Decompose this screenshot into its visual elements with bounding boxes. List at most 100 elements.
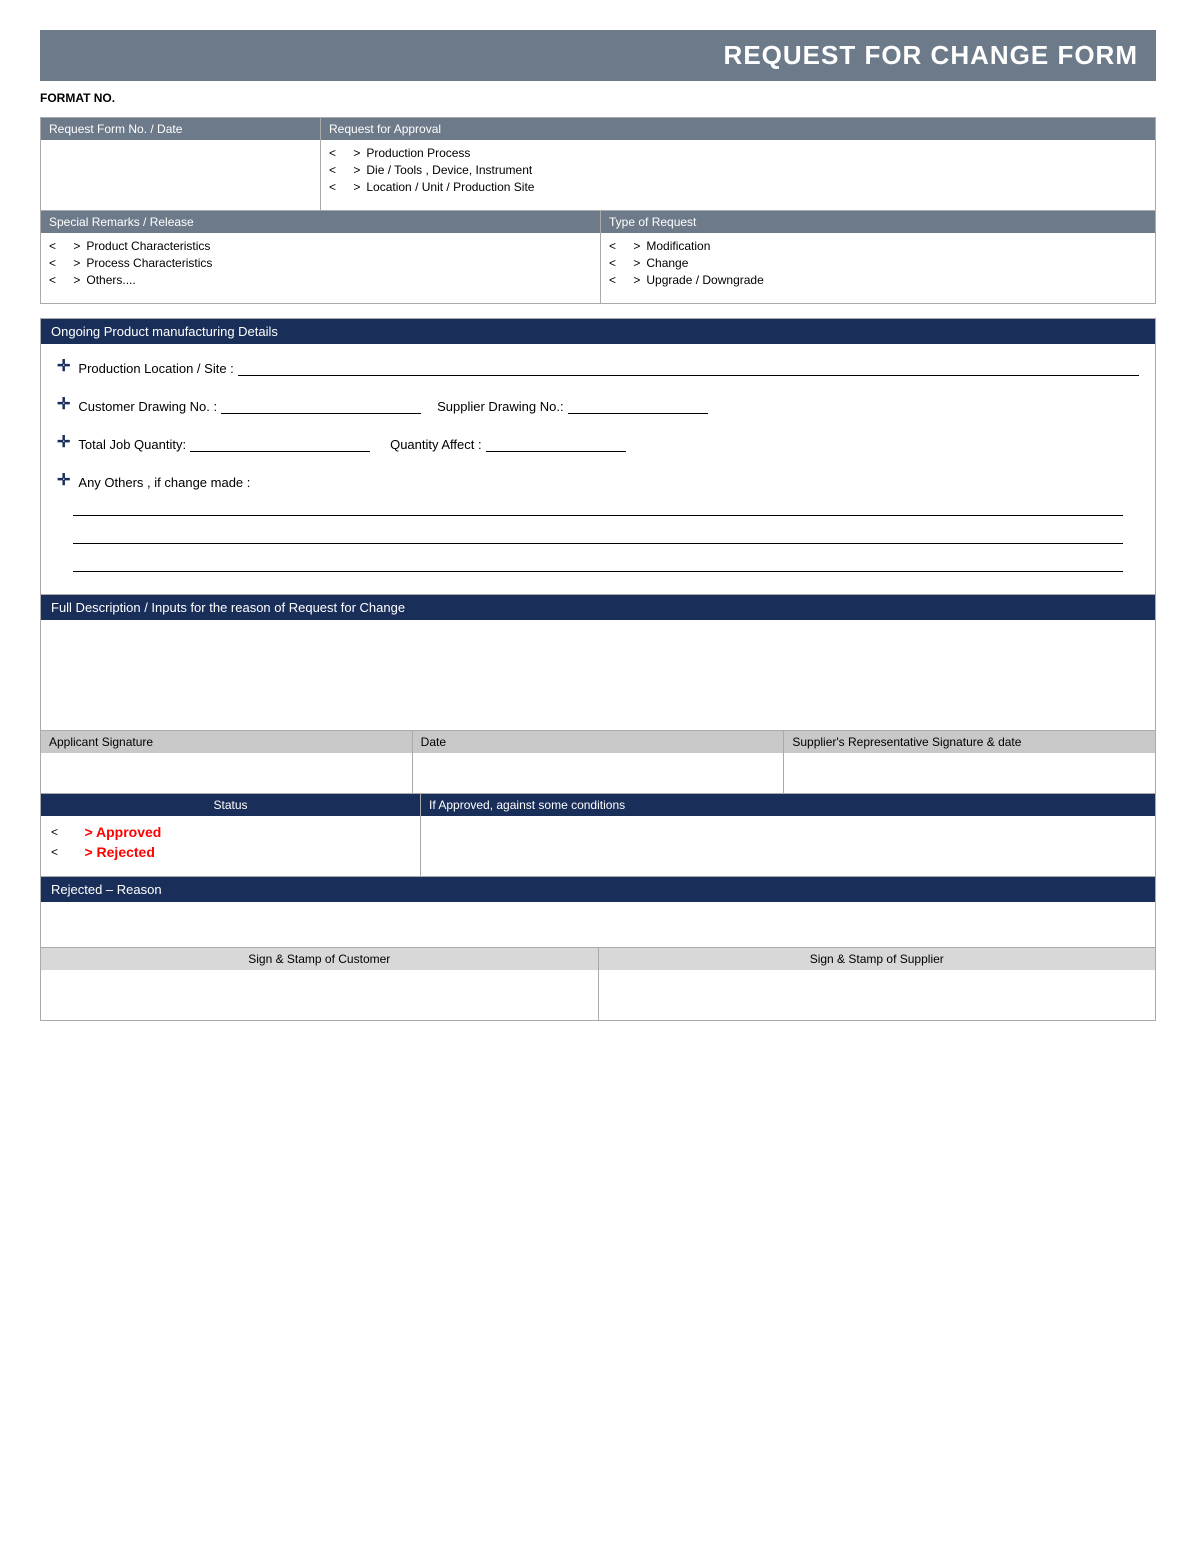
customer-stamp-cell: Sign & Stamp of Customer (41, 948, 599, 1020)
arrow-1: > (340, 146, 360, 160)
ongoing-body: ✛ Production Location / Site : ✛ Custome… (41, 344, 1155, 594)
type-bracket-1: < (609, 239, 616, 253)
status-options: < > Approved < > Rejected (41, 816, 420, 876)
bracket-2: < (329, 163, 336, 177)
production-location-row: ✛ Production Location / Site : (57, 356, 1139, 376)
type-arrow-1: > (620, 239, 640, 253)
special-label-2: Process Characteristics (86, 256, 212, 270)
any-others-label: Any Others , if change made : (78, 475, 250, 490)
status-left: Status < > Approved < > Rejected (41, 794, 421, 876)
applicant-sig-header: Applicant Signature (41, 731, 412, 753)
drawing-row: ✛ Customer Drawing No. : Supplier Drawin… (57, 394, 1139, 414)
approval-label-1: Production Process (366, 146, 470, 160)
if-approved-header: If Approved, against some conditions (421, 794, 1155, 816)
quantity-affect-line (486, 451, 626, 452)
special-arrow-3: > (60, 273, 80, 287)
second-section: Special Remarks / Release < > Product Ch… (40, 211, 1156, 304)
approval-label-3: Location / Unit / Production Site (366, 180, 534, 194)
special-arrow-1: > (60, 239, 80, 253)
rejected-reason-header: Rejected – Reason (41, 877, 1155, 902)
production-location-line (238, 375, 1139, 376)
approval-item-3: < > Location / Unit / Production Site (329, 180, 1147, 194)
special-bracket-1: < (49, 239, 56, 253)
rejected-reason-body (41, 902, 1155, 947)
any-others-row: ✛ Any Others , if change made : (57, 470, 1139, 490)
type-label-3: Upgrade / Downgrade (646, 273, 763, 287)
field-icon-3: ✛ (57, 432, 70, 452)
request-form-header: Request Form No. / Date (41, 118, 320, 140)
status-section: Status < > Approved < > Rejected If Appr… (40, 794, 1156, 877)
supplier-stamp-body (599, 970, 1156, 1020)
second-left: Special Remarks / Release < > Product Ch… (41, 211, 601, 303)
top-right: Request for Approval < > Production Proc… (321, 118, 1155, 210)
rejected-section: Rejected – Reason (40, 877, 1156, 948)
approval-body: < > Production Process < > Die / Tools ,… (321, 140, 1155, 210)
total-job-label: Total Job Quantity: (78, 437, 186, 452)
arrow-2: > (340, 163, 360, 177)
field-icon-1: ✛ (57, 356, 70, 376)
format-no: FORMAT NO. (40, 91, 1156, 105)
text-lines-area (57, 498, 1139, 572)
status-rejected-row: < > Rejected (51, 844, 410, 860)
field-icon-4: ✛ (57, 470, 70, 490)
rejected-bracket: < (51, 845, 58, 859)
special-arrow-2: > (60, 256, 80, 270)
type-of-request-body: < > Modification < > Change < > Upgrade … (601, 233, 1155, 303)
type-of-request-header: Type of Request (601, 211, 1155, 233)
supplier-sig-cell: Supplier's Representative Signature & da… (784, 731, 1155, 793)
date-sig-header: Date (413, 731, 784, 753)
status-header: Status (41, 794, 420, 816)
special-bracket-2: < (49, 256, 56, 270)
special-item-3: < > Others.... (49, 273, 592, 287)
text-line-1 (73, 498, 1123, 516)
stamp-section: Sign & Stamp of Customer Sign & Stamp of… (40, 948, 1156, 1021)
approval-item-2: < > Die / Tools , Device, Instrument (329, 163, 1147, 177)
date-sig-cell: Date (413, 731, 785, 793)
page-title: REQUEST FOR CHANGE FORM (40, 30, 1156, 81)
signature-section: Applicant Signature Date Supplier's Repr… (40, 731, 1156, 794)
quantity-row: ✛ Total Job Quantity: Quantity Affect : (57, 432, 1139, 452)
applicant-sig-body (41, 753, 412, 793)
top-left: Request Form No. / Date (41, 118, 321, 210)
customer-drawing-label: Customer Drawing No. : (78, 399, 217, 414)
bracket-3: < (329, 180, 336, 194)
supplier-stamp-cell: Sign & Stamp of Supplier (599, 948, 1156, 1020)
status-right: If Approved, against some conditions (421, 794, 1155, 876)
total-job-line (190, 451, 370, 452)
customer-stamp-header: Sign & Stamp of Customer (41, 948, 598, 970)
special-remarks-body: < > Product Characteristics < > Process … (41, 233, 600, 303)
approval-item-1: < > Production Process (329, 146, 1147, 160)
special-item-2: < > Process Characteristics (49, 256, 592, 270)
supplier-drawing-line (568, 413, 708, 414)
field-icon-2: ✛ (57, 394, 70, 414)
special-label-3: Others.... (86, 273, 135, 287)
request-form-body (41, 140, 320, 210)
applicant-sig-cell: Applicant Signature (41, 731, 413, 793)
type-bracket-2: < (609, 256, 616, 270)
supplier-sig-header: Supplier's Representative Signature & da… (784, 731, 1155, 753)
type-arrow-3: > (620, 273, 640, 287)
ongoing-section: Ongoing Product manufacturing Details ✛ … (40, 318, 1156, 595)
type-arrow-2: > (620, 256, 640, 270)
type-item-3: < > Upgrade / Downgrade (609, 273, 1147, 287)
description-section: Full Description / Inputs for the reason… (40, 595, 1156, 731)
production-location-label: Production Location / Site : (78, 361, 233, 376)
supplier-drawing-label: Supplier Drawing No.: (437, 399, 563, 414)
ongoing-header: Ongoing Product manufacturing Details (41, 319, 1155, 344)
type-bracket-3: < (609, 273, 616, 287)
type-label-1: Modification (646, 239, 710, 253)
text-line-3 (73, 554, 1123, 572)
special-item-1: < > Product Characteristics (49, 239, 592, 253)
description-body (41, 620, 1155, 730)
customer-drawing-line (221, 413, 421, 414)
type-label-2: Change (646, 256, 688, 270)
bracket-1: < (329, 146, 336, 160)
special-bracket-3: < (49, 273, 56, 287)
if-approved-body (421, 816, 1155, 876)
quantity-affect-label: Quantity Affect : (390, 437, 482, 452)
type-item-2: < > Change (609, 256, 1147, 270)
approved-label: > Approved (84, 824, 161, 840)
top-section: Request Form No. / Date Request for Appr… (40, 117, 1156, 211)
description-header: Full Description / Inputs for the reason… (41, 595, 1155, 620)
status-approved-row: < > Approved (51, 824, 410, 840)
